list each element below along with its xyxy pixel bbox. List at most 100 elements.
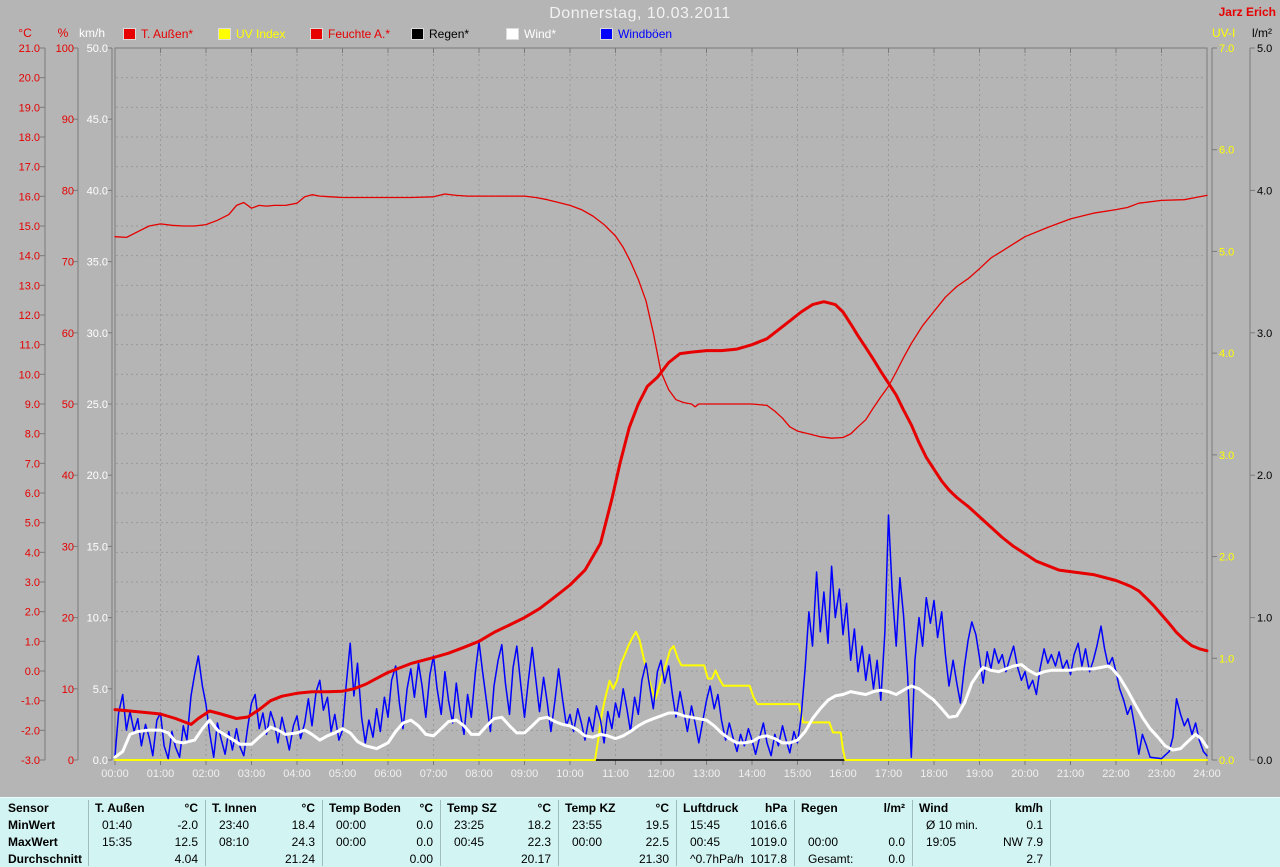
tick-label-pct: 80 bbox=[62, 185, 74, 197]
tick-label-temp: 13.0 bbox=[19, 280, 40, 292]
table-cell-value: 0.00 bbox=[409, 852, 433, 866]
x-tick-label: 22:00 bbox=[1102, 768, 1130, 780]
axis-unit-temp: °C bbox=[18, 26, 32, 40]
table-cell-value: 0.0 bbox=[888, 852, 905, 866]
table-cell-value: -2.0 bbox=[177, 818, 198, 832]
tick-label-uv: 6.0 bbox=[1219, 145, 1234, 157]
x-tick-label: 11:00 bbox=[602, 768, 629, 780]
tick-label-pct: 70 bbox=[62, 257, 74, 269]
tick-label-temp: 4.0 bbox=[25, 547, 40, 559]
tick-label-temp: 12.0 bbox=[19, 310, 40, 322]
table-cell-value: 4.04 bbox=[174, 852, 198, 866]
table-column-unit: °C bbox=[537, 801, 551, 815]
tick-label-pct: 90 bbox=[62, 114, 74, 126]
tick-label-temp: 2.0 bbox=[25, 607, 40, 619]
tick-label-uv: 0.0 bbox=[1219, 755, 1234, 767]
x-tick-label: 20:00 bbox=[1011, 768, 1039, 780]
tick-label-temp: 6.0 bbox=[25, 488, 40, 500]
tick-label-pct: 20 bbox=[62, 613, 74, 625]
tick-label-pct: 10 bbox=[62, 684, 74, 696]
x-tick-label: 21:00 bbox=[1057, 768, 1085, 780]
x-tick-label: 08:00 bbox=[465, 768, 493, 780]
tick-label-kmh: 35.0 bbox=[87, 257, 108, 269]
table-cell-value: 1016.6 bbox=[750, 818, 787, 832]
tick-label-temp: 3.0 bbox=[25, 577, 40, 589]
x-tick-label: 07:00 bbox=[420, 768, 448, 780]
table-cell-value: 24.3 bbox=[291, 835, 315, 849]
table-column-unit: km/h bbox=[1014, 801, 1043, 815]
tick-label-uv: 7.0 bbox=[1219, 43, 1234, 55]
x-tick-label: 18:00 bbox=[920, 768, 948, 780]
tick-label-kmh: 0.0 bbox=[93, 755, 108, 767]
tick-label-temp: 17.0 bbox=[19, 162, 40, 174]
table-column-divider bbox=[912, 800, 913, 866]
table-row-label: Durchschnitt bbox=[8, 852, 83, 866]
table-column-divider bbox=[322, 800, 323, 866]
tick-label-temp: 19.0 bbox=[19, 102, 40, 114]
table-cell-value: 1019.0 bbox=[750, 835, 787, 849]
tick-label-temp: 11.0 bbox=[19, 340, 40, 352]
x-tick-label: 09:00 bbox=[511, 768, 539, 780]
table-cell-value: 20.17 bbox=[520, 852, 551, 866]
table-row-label: MaxWert bbox=[8, 835, 58, 849]
x-tick-label: 01:00 bbox=[147, 768, 175, 780]
tick-label-temp: -1.0 bbox=[21, 696, 40, 708]
chart-canvas: 21.0 20.0 19.0 18.0 17.0 16.0 15.0 14.0 13.0 12.0… bbox=[18, 26, 1272, 780]
table-column-divider bbox=[88, 800, 89, 866]
axis-unit-uv: UV-I bbox=[1212, 26, 1235, 40]
tick-label-kmh: 5.0 bbox=[93, 684, 108, 696]
table-column-unit: °C bbox=[184, 801, 198, 815]
tick-label-kmh: 25.0 bbox=[87, 399, 108, 411]
table-column-unit: °C bbox=[655, 801, 669, 815]
x-tick-label: 05:00 bbox=[329, 768, 357, 780]
series-windb-en bbox=[114, 514, 1208, 760]
axis-unit-pct: % bbox=[58, 26, 69, 40]
x-tick-label: 00:00 bbox=[101, 768, 129, 780]
table-column-unit: hPa bbox=[764, 801, 787, 815]
table-column-divider bbox=[205, 800, 206, 866]
table-cell-value: 18.4 bbox=[291, 818, 315, 832]
table-cell-value: 2.7 bbox=[1026, 852, 1043, 866]
tick-label-kmh: 30.0 bbox=[87, 328, 108, 340]
tick-label-temp: 14.0 bbox=[19, 251, 40, 263]
tick-label-kmh: 10.0 bbox=[87, 613, 108, 625]
x-tick-label: 12:00 bbox=[647, 768, 675, 780]
statistics-table: Sensor MinWert MaxWert Durchschnitt T. Außen… bbox=[0, 797, 1280, 867]
x-tick-label: 24:00 bbox=[1193, 768, 1221, 780]
tick-label-temp: 10.0 bbox=[19, 369, 40, 381]
tick-label-lm2: 5.0 bbox=[1257, 43, 1272, 55]
tick-label-uv: 1.0 bbox=[1219, 653, 1234, 665]
table-cell-value: 1017.8 bbox=[750, 852, 787, 866]
tick-label-uv: 5.0 bbox=[1219, 246, 1234, 258]
table-cell-value: 22.5 bbox=[645, 835, 669, 849]
tick-label-kmh: 50.0 bbox=[87, 43, 108, 55]
tick-label-temp: 7.0 bbox=[25, 458, 40, 470]
tick-label-uv: 3.0 bbox=[1219, 450, 1234, 462]
table-row-label: MinWert bbox=[8, 818, 56, 832]
tick-label-temp: -2.0 bbox=[21, 725, 40, 737]
table-cell-value: 21.30 bbox=[638, 852, 669, 866]
x-tick-label: 04:00 bbox=[283, 768, 311, 780]
table-cell-value: 21.24 bbox=[284, 852, 315, 866]
tick-label-lm2: 3.0 bbox=[1257, 328, 1272, 340]
axis-unit-lm2: l/m² bbox=[1252, 26, 1272, 40]
table-column-unit: °C bbox=[419, 801, 433, 815]
tick-label-kmh: 40.0 bbox=[87, 185, 108, 197]
tick-label-pct: 40 bbox=[62, 470, 74, 482]
table-cell-value: 18.2 bbox=[527, 818, 551, 832]
table-cell-value: 0.0 bbox=[888, 835, 905, 849]
x-tick-label: 23:00 bbox=[1148, 768, 1176, 780]
x-tick-label: 19:00 bbox=[966, 768, 994, 780]
tick-label-kmh: 45.0 bbox=[87, 114, 108, 126]
table-cell-value: 0.0 bbox=[416, 818, 433, 832]
tick-label-pct: 0 bbox=[68, 755, 74, 767]
table-cell-value: 19.5 bbox=[645, 818, 669, 832]
x-tick-label: 17:00 bbox=[875, 768, 903, 780]
tick-label-temp: -3.0 bbox=[21, 755, 40, 767]
tick-label-temp: 15.0 bbox=[19, 221, 40, 233]
tick-label-lm2: 1.0 bbox=[1257, 613, 1272, 625]
table-column-divider bbox=[1050, 800, 1051, 866]
tick-label-pct: 50 bbox=[62, 399, 74, 411]
tick-label-temp: 18.0 bbox=[19, 132, 40, 144]
x-tick-label: 10:00 bbox=[556, 768, 584, 780]
